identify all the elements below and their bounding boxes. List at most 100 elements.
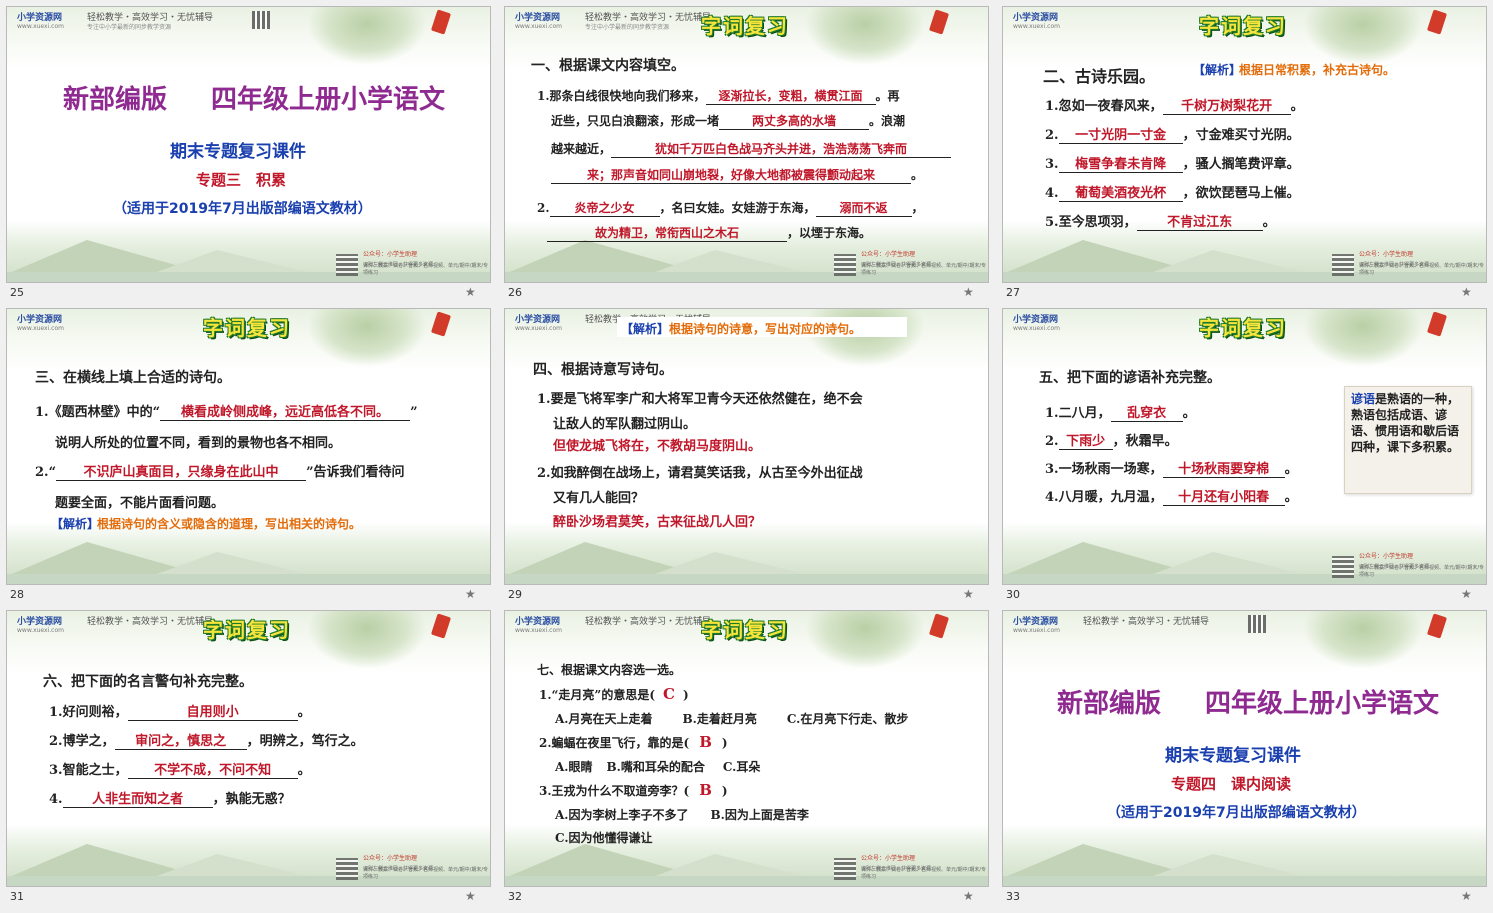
slide-thumbnail-30[interactable]: 小学资源网 www.xuexi.com 字词复习 公众号：小学生助理 识别左侧二…	[1002, 308, 1487, 607]
hint-tag: 【解析】	[51, 517, 100, 531]
answer-blank: 不肯过江东	[1136, 211, 1263, 231]
qr-code-icon	[1332, 254, 1354, 276]
section-banner: 字词复习	[1199, 14, 1287, 38]
question-heading: 二、古诗乐园。	[1043, 67, 1156, 86]
hint-text: 根据诗句的含义或隐含的道理，写出相关的诗句。	[97, 517, 362, 531]
cover-subtitle: 期末专题复习课件	[170, 142, 306, 162]
star-icon[interactable]: ★	[465, 285, 476, 299]
brand-logo: 小学资源网	[1013, 617, 1059, 627]
proverb-line: 1.二八月， 乱穿衣。	[1045, 402, 1196, 422]
slide-canvas: 小学资源网 www.xuexi.com 轻松教学・高效学习・无忧辅导 字词复习 …	[6, 610, 491, 887]
slide-thumbnail-29[interactable]: 小学资源网 www.xuexi.com 轻松教学・高效学习・无忧辅导 【解析】 …	[504, 308, 989, 607]
star-icon[interactable]: ★	[465, 587, 476, 601]
slogan-sub: 专注中小学最新的同步教学资源	[87, 24, 172, 31]
question-line: 2.“ 不识庐山真面目，只缘身在此山中 ”告诉我们看待问	[35, 461, 405, 481]
cover-topic: 专题三 积累	[196, 171, 287, 189]
question-text: 题要全面，不能片面看问题。	[55, 496, 225, 511]
brand-logo: 小学资源网	[515, 13, 561, 23]
answer-blank: 审问之，慎思之	[114, 730, 247, 750]
hint-text: 根据诗句的诗意，写出对应的诗句。	[669, 322, 862, 336]
slide-thumbnail-25[interactable]: 小学资源网 www.xuexi.com 轻松教学・高效学习・无忧辅导 专注中小学…	[6, 6, 491, 305]
answer-blank: 梅雪争春未肯降	[1058, 153, 1183, 173]
star-icon[interactable]: ★	[1461, 587, 1472, 601]
footer-text: 课件、教案、试卷、音频、名师视频、单元/期中/期末/专项练习	[1359, 263, 1485, 276]
hint-tag: 【解析】	[621, 322, 670, 336]
footer-text: 课件、教案、试卷、音频、名师视频、单元/期中/期末/专项练习	[1359, 565, 1485, 578]
slogan: 轻松教学・高效学习・无忧辅导	[1083, 617, 1210, 627]
slide-number: 30	[1006, 588, 1020, 601]
slide-thumbnail-27[interactable]: 小学资源网 www.xuexi.com 字词复习 公众号：小学生助理 识别左侧二…	[1002, 6, 1487, 305]
question-line: 2. 炎帝之少女 ，名曰女娃。女娃游于东海， 溺而不返，	[537, 199, 924, 217]
choice-options: C.因为他懂得谦让	[555, 831, 653, 845]
star-icon[interactable]: ★	[963, 889, 974, 903]
quote-line: 3.智能之士， 不学不成，不问不知。	[49, 759, 311, 779]
choice-options: A.月亮在天上走着 B.走着赶月亮 C.在月亮下行走、散步	[555, 712, 909, 726]
choice-answer: C	[663, 685, 675, 703]
poem-line: 5.至今思项羽， 不肯过江东。	[1045, 211, 1276, 231]
slide-canvas: 小学资源网 www.xuexi.com 轻松教学・高效学习・无忧辅导 【解析】 …	[504, 308, 989, 585]
question-heading: 三、在横线上填上合适的诗句。	[35, 370, 231, 386]
tree-decor	[805, 611, 925, 669]
poem-line: 1.忽如一夜春风来， 千树万树梨花开。	[1045, 95, 1304, 115]
star-icon[interactable]: ★	[963, 285, 974, 299]
footer-text: 课件、教案、试卷、音频、名师视频、单元/期中/期末/专项练习	[861, 867, 987, 880]
footer-wechat: 公众号：小学生助理	[363, 251, 418, 258]
question-heading: 四、根据诗意写诗句。	[533, 362, 673, 378]
brand-url: www.xuexi.com	[1013, 325, 1060, 332]
brand-logo: 小学资源网	[1013, 315, 1059, 325]
question-text: 让敌人的军队翻过阴山。	[553, 417, 697, 432]
question-heading: 七、根据课文内容选一选。	[537, 663, 682, 677]
footer-text: 课件、教案、试卷、音频、名师视频、单元/期中/期末/专项练习	[363, 263, 489, 276]
quote-line: 1.好问则裕， 自用则小。	[49, 701, 311, 721]
brand-logo: 小学资源网	[17, 315, 63, 325]
qr-code-icon	[336, 254, 358, 276]
brand-url: www.xuexi.com	[1013, 627, 1060, 634]
slide-canvas: 小学资源网 www.xuexi.com 字词复习 公众号：小学生助理 识别左侧二…	[1002, 6, 1487, 283]
section-banner: 字词复习	[203, 618, 291, 642]
poem-line: 3. 梅雪争春未肯降 ，骚人搁笔费评章。	[1045, 153, 1300, 173]
brand-logo: 小学资源网	[515, 315, 561, 325]
section-banner: 字词复习	[203, 316, 291, 340]
answer-blank: 十月还有小阳春	[1162, 486, 1285, 506]
slide-thumbnail-28[interactable]: 小学资源网 www.xuexi.com 字词复习 三、在横线上填上合适的诗句。 …	[6, 308, 491, 607]
brand-url: www.xuexi.com	[17, 23, 64, 30]
quote-line: 4. 人非生而知之者 ，孰能无惑？	[49, 788, 291, 808]
qr-code-icon	[834, 858, 856, 880]
slide-footer-decor	[505, 522, 988, 584]
question-text: 2.如我醉倒在战场上，请君莫笑话我，从古至今外出征战	[537, 466, 863, 481]
question-heading: 六、把下面的名言警句补充完整。	[43, 674, 253, 690]
section-banner: 字词复习	[701, 618, 789, 642]
slide-thumbnail-31[interactable]: 小学资源网 www.xuexi.com 轻松教学・高效学习・无忧辅导 字词复习 …	[6, 610, 491, 909]
question-text: 1.要是飞将军李广和大将军卫青今天还依然健在，绝不会	[537, 392, 863, 407]
poem-line: 4. 葡萄美酒夜光杯 ，欲饮琵琶马上催。	[1045, 182, 1300, 202]
slide-thumbnail-32[interactable]: 小学资源网 www.xuexi.com 轻松教学・高效学习・无忧辅导 字词复习 …	[504, 610, 989, 909]
hint-text: 根据日常积累，补充古诗句。	[1239, 63, 1396, 77]
tree-decor	[1303, 309, 1423, 367]
brand-logo: 小学资源网	[1013, 13, 1059, 23]
question-line: 1.那条白线很快地向我们移来， 逐渐拉长，变粗，横贯江面 。再	[537, 89, 900, 105]
choice-answer: B	[699, 733, 712, 751]
slide-thumbnail-26[interactable]: 小学资源网 www.xuexi.com 轻松教学・高效学习・无忧辅导 专注中小学…	[504, 6, 989, 305]
choice-question: 2.蝙蝠在夜里飞行，靠的是(B)	[539, 733, 728, 751]
slide-thumbnail-33[interactable]: 小学资源网 www.xuexi.com 轻松教学・高效学习・无忧辅导 新部编版 …	[1002, 610, 1487, 909]
answer-blank: 人非生而知之者	[62, 788, 213, 808]
star-icon[interactable]: ★	[1461, 889, 1472, 903]
proverb-line: 4.八月暖，九月温， 十月还有小阳春。	[1045, 486, 1298, 506]
slide-number: 29	[508, 588, 522, 601]
slide-canvas: 小学资源网 www.xuexi.com 字词复习 三、在横线上填上合适的诗句。 …	[6, 308, 491, 585]
question-heading: 五、把下面的谚语补充完整。	[1039, 370, 1221, 386]
footer-wechat: 公众号：小学生助理	[363, 855, 418, 862]
star-icon[interactable]: ★	[465, 889, 476, 903]
tree-decor	[805, 7, 925, 65]
brand-logo: 小学资源网	[515, 617, 561, 627]
star-icon[interactable]: ★	[1461, 285, 1472, 299]
answer-blank: 千树万树梨花开	[1162, 95, 1291, 115]
brand-logo: 小学资源网	[17, 617, 63, 627]
qr-code-icon	[1332, 556, 1354, 578]
star-icon[interactable]: ★	[963, 587, 974, 601]
slide-canvas: 小学资源网 www.xuexi.com 轻松教学・高效学习・无忧辅导 专注中小学…	[6, 6, 491, 283]
question-line: 1.《题西林壁》中的“ 横看成岭侧成峰，远近高低各不同。”	[35, 401, 418, 421]
answer-blank: 炎帝之少女	[549, 199, 660, 217]
answer-blank: 不学不成，不问不知	[127, 759, 298, 779]
choice-question: 3.王戎为什么不取道旁李？(B)	[539, 781, 728, 799]
